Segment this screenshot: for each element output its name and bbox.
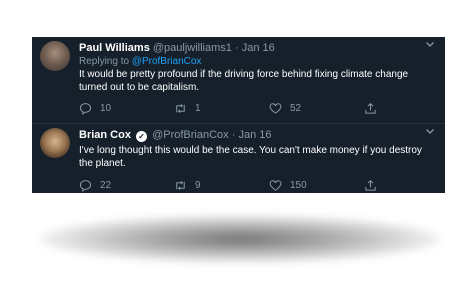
tweet-paul-williams[interactable]: Paul Williams @pauljwilliams1 · Jan 16 R… — [32, 37, 445, 123]
tweet-text: It would be pretty profound if the drivi… — [79, 69, 409, 93]
author-name[interactable]: Paul Williams — [79, 42, 150, 54]
reply-count: 22 — [100, 179, 112, 191]
drop-shadow — [40, 215, 440, 263]
share-button[interactable] — [364, 178, 385, 192]
heart-icon — [269, 102, 282, 115]
author-handle[interactable]: @pauljwilliams1 — [153, 42, 232, 54]
like-button[interactable]: 150 — [269, 178, 307, 192]
replying-to-label: Replying to — [79, 56, 132, 67]
like-count: 52 — [290, 102, 302, 114]
verified-badge-icon: ✓ — [136, 131, 148, 142]
share-button[interactable] — [364, 101, 385, 115]
retweet-count: 1 — [195, 102, 201, 114]
share-icon — [364, 102, 377, 115]
reply-icon — [79, 179, 92, 192]
author-handle[interactable]: @ProfBrianCox — [152, 129, 229, 141]
reply-button[interactable]: 10 — [79, 101, 111, 115]
tweet-brian-cox[interactable]: Brian Cox ✓ @ProfBrianCox · Jan 16 I've … — [32, 123, 445, 193]
share-icon — [364, 179, 377, 192]
chevron-down-icon[interactable] — [425, 126, 435, 139]
retweet-icon — [174, 179, 187, 192]
author-name[interactable]: Brian Cox — [79, 129, 131, 141]
retweet-icon — [174, 102, 187, 115]
avatar[interactable] — [40, 41, 70, 71]
avatar[interactable] — [40, 128, 70, 158]
replying-to-line: Replying to @ProfBrianCox — [79, 55, 201, 68]
separator-dot: · — [234, 42, 239, 54]
tweet-text: I've long thought this would be the case… — [79, 145, 422, 169]
reply-count: 10 — [100, 102, 112, 114]
heart-icon — [269, 179, 282, 192]
like-button[interactable]: 52 — [269, 101, 301, 115]
reply-button[interactable]: 22 — [79, 178, 111, 192]
retweet-button[interactable]: 9 — [174, 178, 201, 192]
like-count: 150 — [290, 179, 307, 191]
retweet-count: 9 — [195, 179, 201, 191]
tweet-date[interactable]: Jan 16 — [242, 42, 275, 54]
tweet-date[interactable]: Jan 16 — [238, 129, 271, 141]
tweet-actions: 10 1 52 — [79, 101, 431, 115]
separator-dot: · — [231, 129, 236, 141]
reply-icon — [79, 102, 92, 115]
retweet-button[interactable]: 1 — [174, 101, 201, 115]
chevron-down-icon[interactable] — [425, 39, 435, 52]
tweet-actions: 22 9 150 — [79, 178, 431, 192]
tweet-header: Paul Williams @pauljwilliams1 · Jan 16 — [79, 41, 275, 55]
tweet-thread-card: Paul Williams @pauljwilliams1 · Jan 16 R… — [32, 37, 445, 193]
tweet-header: Brian Cox ✓ @ProfBrianCox · Jan 16 — [79, 128, 272, 142]
replying-to-mention[interactable]: @ProfBrianCox — [132, 56, 202, 67]
